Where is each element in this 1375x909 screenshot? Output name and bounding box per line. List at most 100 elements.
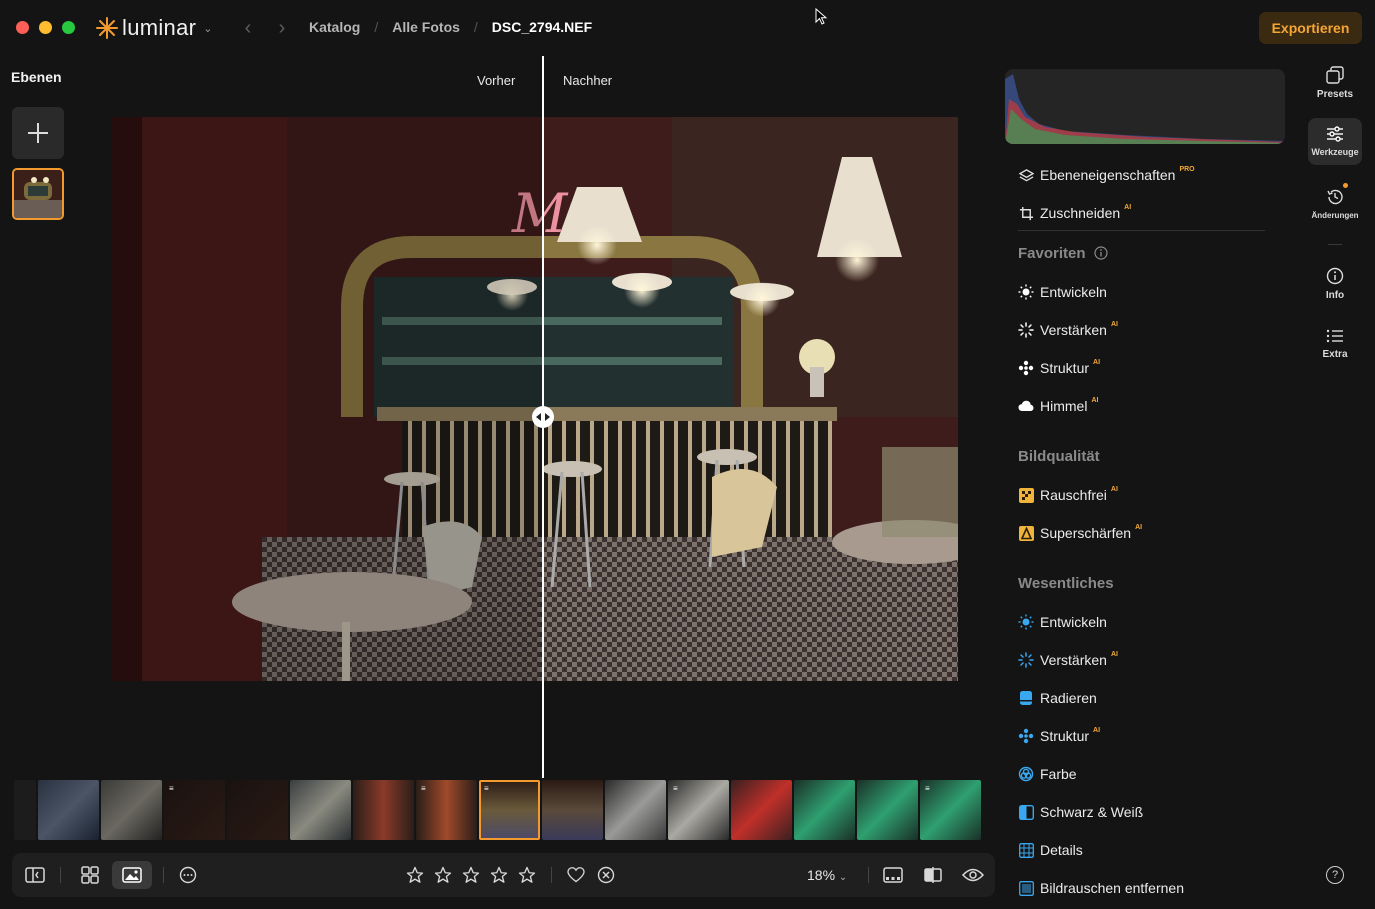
filmstrip-thumb[interactable]: ≡ — [668, 780, 729, 840]
ai-badge: AI — [1110, 485, 1118, 493]
sliders-icon — [1327, 126, 1343, 142]
star-rating-3-icon[interactable] — [460, 861, 482, 889]
tool-label: Entwickeln — [1040, 614, 1107, 630]
filmstrip-thumb[interactable] — [38, 780, 99, 840]
tool-essentials-denoise[interactable]: Bildrauschen entfernen — [1018, 878, 1184, 898]
histogram — [1005, 69, 1285, 144]
breadcrumb-all-photos[interactable]: Alle Fotos — [392, 19, 460, 35]
bottom-toolbar: 18% ⌄ — [12, 853, 995, 897]
tool-essentials-details[interactable]: Details — [1018, 840, 1083, 860]
filmstrip-thumb[interactable] — [353, 780, 414, 840]
tool-label: Verstärken — [1040, 652, 1107, 668]
filmstrip-thumb[interactable] — [227, 780, 288, 840]
filmstrip-thumb[interactable]: ≡ — [164, 780, 225, 840]
filmstrip-thumb[interactable] — [14, 780, 36, 840]
tool-essentials-color[interactable]: Farbe — [1018, 764, 1077, 784]
rail-info[interactable]: Info — [1308, 267, 1362, 301]
breadcrumb: Katalog / Alle Fotos / DSC_2794.NEF — [309, 19, 592, 35]
filmstrip-thumb[interactable] — [605, 780, 666, 840]
zoom-window-button[interactable] — [62, 21, 75, 34]
eye-preview-icon[interactable] — [960, 861, 986, 889]
tool-crop[interactable]: Zuschneiden AI — [1018, 203, 1131, 223]
filmstrip-thumb[interactable] — [794, 780, 855, 840]
layers-title: Ebenen — [11, 69, 62, 85]
forward-arrow-icon[interactable]: › — [271, 17, 293, 39]
breadcrumb-separator: / — [374, 19, 379, 35]
tool-supersharp[interactable]: Superschärfen AI — [1018, 523, 1142, 543]
rail-history[interactable]: Änderungen — [1308, 188, 1362, 220]
filmstrip-thumb[interactable]: ≡ — [416, 780, 477, 840]
section-title-essentials[interactable]: Wesentliches — [1018, 575, 1114, 592]
tool-favorites-structure[interactable]: Struktur AI — [1018, 358, 1100, 378]
layer-thumbnail[interactable] — [12, 168, 64, 220]
minimize-window-button[interactable] — [39, 21, 52, 34]
tool-label: Schwarz & Weiß — [1040, 804, 1144, 820]
tool-essentials-erase[interactable]: Radieren — [1018, 688, 1097, 708]
star-rating-2-icon[interactable] — [432, 861, 454, 889]
sun-icon — [1018, 614, 1034, 630]
eraser-icon — [1018, 690, 1034, 706]
filmstrip-thumb[interactable] — [542, 780, 603, 840]
drag-arrows-icon — [536, 413, 550, 421]
grid-view-icon[interactable] — [74, 861, 106, 889]
section-title-favorites[interactable]: Favoriten — [1018, 245, 1108, 262]
ai-badge: AI — [1110, 650, 1118, 658]
tool-essentials-enhance[interactable]: Verstärken AI — [1018, 650, 1118, 670]
sun-icon — [1018, 284, 1034, 300]
star-rating-1-icon[interactable] — [404, 861, 426, 889]
export-button[interactable]: Exportieren — [1259, 12, 1362, 44]
tool-favorites-enhance[interactable]: Verstärken AI — [1018, 320, 1118, 340]
heart-favorite-icon[interactable] — [565, 861, 587, 889]
adjusted-icon: ≡ — [925, 784, 930, 793]
zoom-level: 18% — [807, 867, 836, 883]
tool-label: Struktur — [1040, 360, 1090, 376]
toggle-sidebar-icon[interactable] — [22, 861, 48, 889]
tool-favorites-develop[interactable]: Entwickeln — [1018, 282, 1107, 302]
filmstrip-thumb-selected[interactable]: ≡ — [479, 780, 540, 840]
rail-tools[interactable]: Werkzeuge — [1308, 118, 1362, 165]
tool-label: Rauschfrei — [1040, 487, 1107, 503]
reject-icon[interactable] — [595, 861, 617, 889]
history-clock-icon — [1327, 189, 1343, 205]
tool-layer-properties[interactable]: Ebeneneigenschaften PRO — [1018, 165, 1195, 185]
info-icon — [1094, 246, 1108, 260]
filmstrip-toggle-icon[interactable] — [880, 861, 906, 889]
tool-label: Bildrauschen entfernen — [1040, 880, 1184, 896]
rail-presets[interactable]: Presets — [1308, 66, 1362, 100]
close-window-button[interactable] — [16, 21, 29, 34]
single-image-view-icon[interactable] — [112, 861, 152, 889]
tool-essentials-structure[interactable]: Struktur AI — [1018, 726, 1100, 746]
back-arrow-icon[interactable]: ‹ — [237, 17, 259, 39]
app-menu[interactable]: luminar ⌄ — [96, 14, 212, 42]
rail-label: Presets — [1316, 89, 1354, 100]
ai-badge: AI — [1135, 523, 1143, 531]
ai-badge: AI — [1093, 726, 1101, 734]
star-rating-4-icon[interactable] — [488, 861, 510, 889]
filmstrip-thumb[interactable] — [731, 780, 792, 840]
tool-essentials-develop[interactable]: Entwickeln — [1018, 612, 1107, 632]
section-title-image-quality[interactable]: Bildqualität — [1018, 448, 1100, 465]
more-options-icon[interactable] — [176, 861, 200, 889]
layers-icon — [1018, 167, 1034, 183]
main-photo-canvas[interactable]: Mil — [112, 117, 958, 681]
help-icon[interactable]: ? — [1326, 866, 1344, 884]
filmstrip-thumb[interactable] — [290, 780, 351, 840]
before-after-compare-icon[interactable] — [920, 861, 946, 889]
rail-extra[interactable]: Extra — [1308, 328, 1362, 360]
divider — [1328, 244, 1342, 245]
tool-essentials-black-white[interactable]: Schwarz & Weiß — [1018, 802, 1143, 822]
tool-noiseless[interactable]: Rauschfrei AI — [1018, 485, 1118, 505]
star-rating-5-icon[interactable] — [516, 861, 538, 889]
breadcrumb-catalog[interactable]: Katalog — [309, 19, 360, 35]
tool-favorites-sky[interactable]: Himmel AI — [1018, 396, 1098, 416]
filmstrip-thumb[interactable] — [101, 780, 162, 840]
breadcrumb-current-file: DSC_2794.NEF — [491, 19, 593, 35]
zoom-level-dropdown[interactable]: 18% ⌄ — [807, 867, 847, 883]
add-layer-button[interactable] — [12, 107, 64, 159]
sparkle-burst-icon — [1018, 652, 1034, 668]
list-icon — [1326, 329, 1343, 343]
filmstrip-thumb[interactable]: ≡ — [920, 780, 981, 840]
compare-split-handle[interactable] — [532, 406, 554, 428]
filmstrip-thumb[interactable] — [857, 780, 918, 840]
chevron-down-icon: ⌄ — [838, 872, 848, 883]
